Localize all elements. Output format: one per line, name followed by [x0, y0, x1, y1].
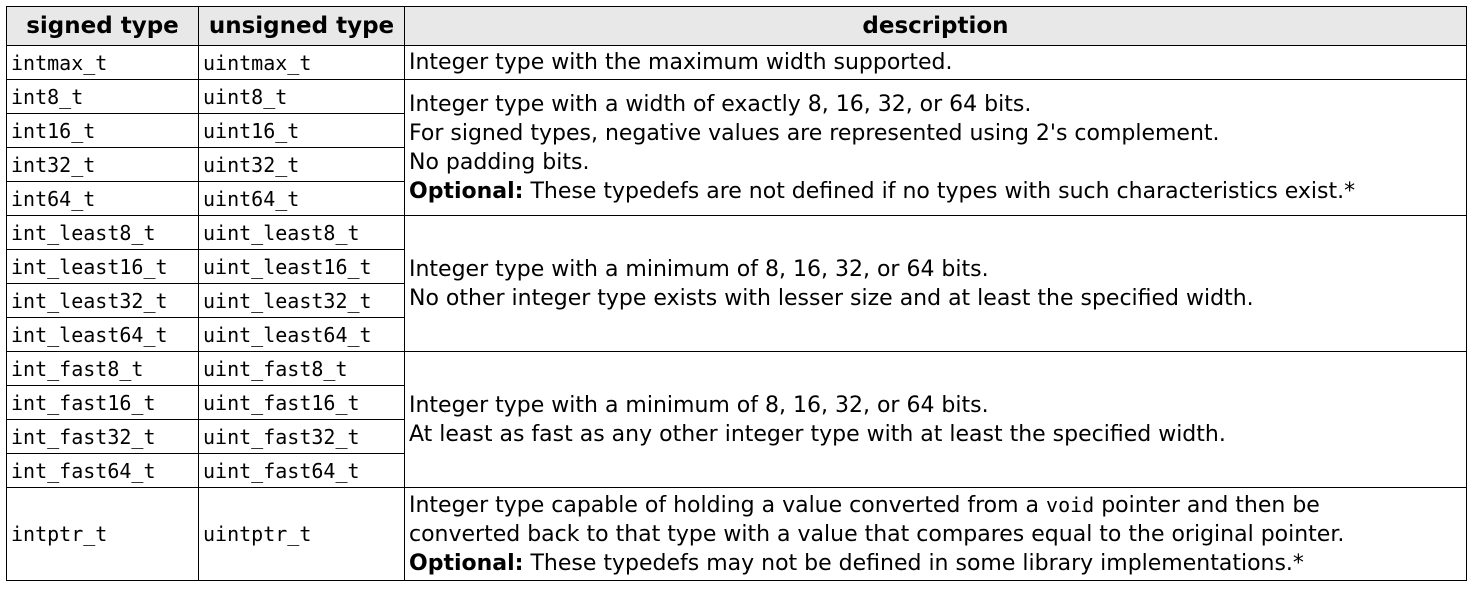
void-keyword: void: [1046, 492, 1095, 517]
signed-type-cell: int_least16_t: [6, 249, 199, 284]
table-row: int8_t uint8_t Integer type with a width…: [6, 79, 1467, 216]
description-text: pointer and then be: [1094, 492, 1320, 518]
description-cell: Integer type with a width of exactly 8, …: [404, 79, 1467, 216]
description-cell: Integer type with a minimum of 8, 16, 32…: [404, 215, 1467, 352]
unsigned-type-cell: uint8_t: [198, 79, 405, 114]
unsigned-type-cell: uint_least32_t: [198, 283, 405, 318]
signed-type-cell: int_least64_t: [6, 317, 199, 352]
unsigned-type-cell: uint_fast8_t: [198, 351, 405, 386]
unsigned-type-cell: uintmax_t: [198, 45, 405, 80]
description-line: Integer type capable of holding a value …: [409, 491, 1462, 520]
unsigned-type-cell: uint_fast16_t: [198, 385, 405, 420]
unsigned-type-cell: uint64_t: [198, 181, 405, 216]
description-line: For signed types, negative values are re…: [409, 120, 1220, 146]
signed-type-cell: int32_t: [6, 147, 199, 182]
description-line: Integer type with a minimum of 8, 16, 32…: [409, 392, 989, 418]
signed-type-cell: int_fast8_t: [6, 351, 199, 386]
table-row: intmax_t uintmax_t Integer type with the…: [6, 45, 1467, 80]
optional-note: Optional: These typedefs are not defined…: [409, 177, 1462, 206]
description-line: Integer type with a minimum of 8, 16, 32…: [409, 256, 989, 282]
description-line: No other integer type exists with lesser…: [409, 285, 1254, 311]
signed-type-cell: intptr_t: [6, 487, 199, 581]
table-row: int_fast8_t uint_fast8_t Integer type wi…: [6, 351, 1467, 488]
description-cell: Integer type with a minimum of 8, 16, 32…: [404, 351, 1467, 488]
header-row: signed type unsigned type description: [6, 6, 1467, 46]
description-line: No padding bits.: [409, 149, 590, 175]
signed-type-cell: int64_t: [6, 181, 199, 216]
description-line: Integer type with a width of exactly 8, …: [409, 91, 1032, 117]
integer-types-table: signed type unsigned type description in…: [6, 6, 1467, 581]
optional-label: Optional:: [409, 178, 524, 204]
unsigned-type-cell: uint_fast32_t: [198, 419, 405, 454]
unsigned-type-cell: uint_least16_t: [198, 249, 405, 284]
description-cell: Integer type capable of holding a value …: [404, 487, 1467, 581]
unsigned-type-cell: uint_least8_t: [198, 215, 405, 250]
table-row: int_least8_t uint_least8_t Integer type …: [6, 215, 1467, 352]
description-line: Integer type with the maximum width supp…: [409, 50, 953, 75]
signed-type-cell: int_least8_t: [6, 215, 199, 250]
signed-type-cell: intmax_t: [6, 45, 199, 80]
signed-type-cell: int_fast16_t: [6, 385, 199, 420]
optional-text: These typedefs are not defined if no typ…: [523, 178, 1356, 204]
unsigned-type-cell: uint_fast64_t: [198, 453, 405, 488]
optional-text: These typedefs may not be defined in som…: [523, 550, 1304, 576]
optional-note: Optional: These typedefs may not be defi…: [409, 549, 1462, 578]
signed-type-cell: int16_t: [6, 113, 199, 148]
description-text: Integer type capable of holding a value …: [409, 492, 1047, 518]
signed-type-cell: int_fast32_t: [6, 419, 199, 454]
description-line: At least as fast as any other integer ty…: [409, 421, 1226, 447]
unsigned-type-cell: uint32_t: [198, 147, 405, 182]
unsigned-type-cell: uint_least64_t: [198, 317, 405, 352]
optional-label: Optional:: [409, 550, 524, 576]
signed-type-cell: int8_t: [6, 79, 199, 114]
description-cell: Integer type with the maximum width supp…: [404, 45, 1467, 80]
header-signed-type: signed type: [6, 6, 199, 46]
header-unsigned-type: unsigned type: [198, 6, 405, 46]
header-description: description: [404, 6, 1467, 46]
table-row: intptr_t uintptr_t Integer type capable …: [6, 487, 1467, 581]
signed-type-cell: int_fast64_t: [6, 453, 199, 488]
signed-type-cell: int_least32_t: [6, 283, 199, 318]
unsigned-type-cell: uintptr_t: [198, 487, 405, 581]
description-line: converted back to that type with a value…: [409, 521, 1345, 547]
unsigned-type-cell: uint16_t: [198, 113, 405, 148]
